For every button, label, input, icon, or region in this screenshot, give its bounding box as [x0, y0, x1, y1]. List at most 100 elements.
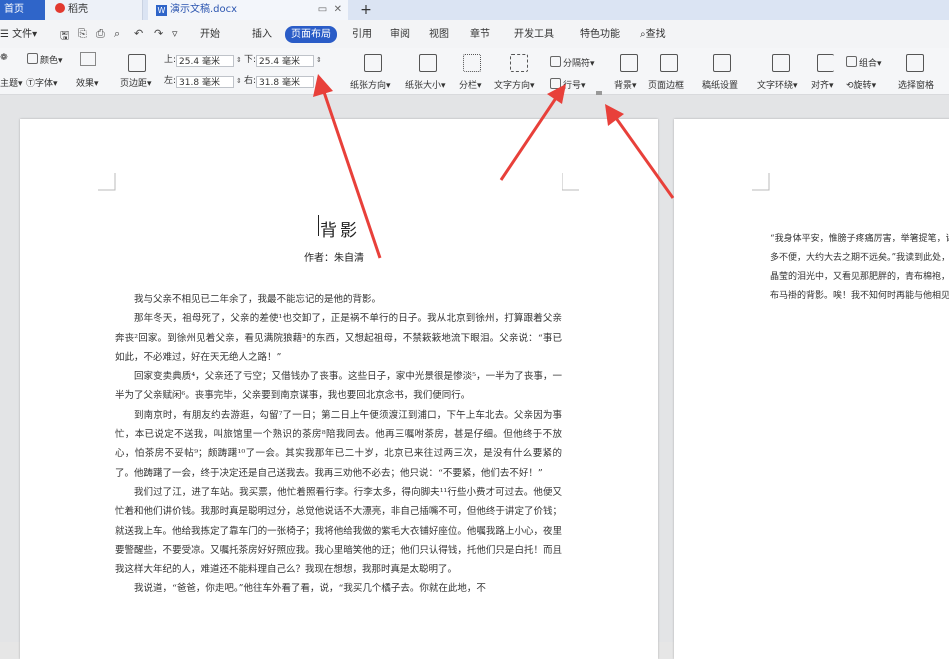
tab-document[interactable]: W 演示文稿.docx ▭ ✕: [148, 0, 348, 20]
menu-home[interactable]: 开始: [200, 27, 220, 43]
tab-daoke[interactable]: 稻壳: [45, 0, 143, 20]
save-icon[interactable]: 🖫: [60, 27, 69, 46]
menu-view[interactable]: 视图: [429, 27, 449, 43]
text-wrap-icon: [772, 54, 790, 72]
line-number-button[interactable]: 行号▾: [550, 78, 586, 91]
align-label: 对齐: [811, 81, 830, 91]
export-icon[interactable]: ⎘: [78, 27, 87, 41]
text-wrap-label: 文字环绕: [757, 81, 794, 91]
paper-setup-button[interactable]: 稿纸设置: [702, 78, 738, 91]
bottom-margin-spinner-icon[interactable]: ⇕: [316, 54, 322, 67]
menu-insert[interactable]: 插入: [252, 27, 272, 43]
menu-features[interactable]: 特色功能: [580, 27, 620, 43]
paragraph: 那年冬天，祖母死了，父亲的差使¹也交卸了，正是祸不单行的日子。我从北京到徐州，打…: [115, 313, 562, 363]
colors-button[interactable]: 颜色▾: [27, 53, 63, 66]
page-1[interactable]: 背影 作者：朱自清 我与父亲不相见已二年余了，我最不能忘记的是他的背影。 那年冬…: [20, 119, 658, 659]
document-body[interactable]: 我与父亲不相见已二年余了，我最不能忘记的是他的背影。 那年冬天，祖母死了，父亲的…: [115, 290, 562, 599]
tab-home[interactable]: 首页: [0, 0, 45, 20]
text-direction-button[interactable]: 文字方向▾: [494, 78, 535, 91]
align-button[interactable]: 对齐▾: [811, 78, 834, 91]
right-margin-input[interactable]: 31.8 毫米: [256, 76, 315, 88]
paragraph: 我与父亲不相见已二年余了，我最不能忘记的是他的背影。: [134, 294, 382, 305]
margin-marker-top-right: [562, 173, 579, 191]
align-icon: [817, 54, 834, 72]
right-margin-field[interactable]: 右: 31.8 毫米 ⇕: [244, 75, 322, 88]
bottom-margin-label: 下:: [244, 55, 257, 65]
margin-marker-top-left: [752, 173, 770, 191]
rotate-icon: ⟲: [846, 81, 854, 91]
new-tab-button[interactable]: +: [356, 0, 376, 20]
paragraph: 到南京时，有朋友约去游逛，勾留⁷了一日；第二日上午便须渡江到浦口，下午上车北去。…: [115, 409, 562, 479]
right-margin-spinner-icon[interactable]: ⇕: [316, 75, 322, 88]
columns-button[interactable]: 分栏▾: [459, 78, 482, 91]
paper-size-icon: [419, 54, 437, 72]
orientation-button[interactable]: 纸张方向▾: [350, 78, 391, 91]
margin-marker-top-left: [98, 173, 116, 191]
fonts-button[interactable]: Ⓣ字体▾: [26, 76, 58, 89]
text-wrap-button[interactable]: 文字环绕▾: [757, 78, 798, 91]
print-preview-icon[interactable]: ⌕: [114, 27, 120, 41]
daoke-logo-icon: [55, 3, 65, 13]
search-label: 查找: [645, 29, 666, 40]
page-2[interactable]: “我身体平安，惟膀子疼痛厉害，举箸提笔，诸多不便，大约大去之期不远矣。”我读到此…: [674, 119, 949, 659]
top-margin-spinner-icon[interactable]: ⇕: [236, 54, 242, 67]
background-icon: [620, 54, 638, 72]
fonts-label: 字体: [35, 79, 54, 89]
separator-button[interactable]: 分隔符▾: [550, 56, 595, 69]
bottom-margin-field[interactable]: 下: 25.4 毫米 ⇕: [244, 54, 322, 67]
columns-label: 分栏: [459, 81, 478, 91]
paper-size-label: 纸张大小: [405, 81, 442, 91]
top-margin-input[interactable]: 25.4 毫米: [176, 55, 235, 67]
menu-bar: ☰ 文件▾ 🖫 ⎘ ⎙ ⌕ ↶ ↷ ▿ 开始 插入 页面布局 引用 审阅 视图 …: [0, 20, 949, 48]
top-margin-field[interactable]: 上: 25.4 毫米 ⇕: [164, 54, 242, 67]
paper-setup-icon: [713, 54, 731, 72]
margins-button[interactable]: 页边距▾: [120, 76, 152, 89]
bottom-margin-input[interactable]: 25.4 毫米: [256, 55, 315, 67]
theme-button[interactable]: 主题▾: [0, 76, 23, 89]
left-margin-input[interactable]: 31.8 毫米: [176, 76, 235, 88]
menu-chapter[interactable]: 章节: [470, 27, 490, 43]
close-tab-icon[interactable]: ✕: [334, 4, 342, 15]
window-restore-icon[interactable]: ▭: [318, 4, 327, 15]
page-border-icon: [660, 54, 678, 72]
quick-access-dropdown-icon[interactable]: ▿: [172, 27, 178, 40]
background-button[interactable]: 背景▾: [614, 78, 637, 91]
undo-icon[interactable]: ↶: [134, 27, 143, 40]
effects-preview-icon[interactable]: [80, 52, 96, 66]
rotate-button[interactable]: ⟲旋转▾: [846, 78, 876, 91]
menu-references[interactable]: 引用: [352, 27, 372, 43]
effects-button[interactable]: 效果▾: [76, 76, 99, 89]
separator-icon: [550, 56, 561, 67]
tab-bar: 首页 稻壳 W 演示文稿.docx ▭ ✕ +: [0, 0, 949, 20]
margins-icon: [128, 54, 146, 72]
word-doc-icon: W: [156, 5, 167, 16]
text-direction-icon: [510, 54, 528, 72]
menu-review[interactable]: 审阅: [390, 27, 410, 43]
fonts-icon: Ⓣ: [26, 79, 36, 89]
theme-label: 主题: [0, 79, 19, 89]
selection-pane-button[interactable]: 选择窗格: [898, 78, 934, 91]
colors-label: 颜色: [40, 56, 59, 66]
columns-icon: [463, 54, 481, 72]
group-button[interactable]: 组合▾: [846, 56, 882, 69]
line-number-label: 行号: [563, 81, 582, 91]
selection-pane-icon: [906, 54, 924, 72]
theme-palette-icon[interactable]: ❁: [0, 53, 8, 63]
print-icon[interactable]: ⎙: [96, 27, 105, 41]
document-title: 背影: [320, 221, 360, 241]
left-margin-spinner-icon[interactable]: ⇕: [236, 75, 242, 88]
redo-icon[interactable]: ↷: [154, 27, 163, 40]
page-border-button[interactable]: 页面边框: [648, 78, 684, 91]
menu-page-layout[interactable]: 页面布局: [285, 26, 337, 43]
menu-developer[interactable]: 开发工具: [514, 27, 554, 43]
file-menu[interactable]: ☰ 文件▾: [0, 27, 37, 43]
margins-label: 页边距: [120, 79, 148, 89]
tab-daoke-label: 稻壳: [68, 4, 88, 15]
colors-icon: [27, 53, 38, 64]
paper-size-button[interactable]: 纸张大小▾: [405, 78, 446, 91]
search-button[interactable]: ⌕查找: [640, 27, 666, 43]
page-2-body[interactable]: “我身体平安，惟膀子疼痛厉害，举箸提笔，诸多不便，大约大去之期不远矣。”我读到此…: [770, 230, 949, 306]
paragraph: “我身体平安，惟膀子疼痛厉害，举箸提笔，诸多不便，大约大去之期不远矣。”我读到此…: [770, 234, 949, 301]
right-margin-label: 右:: [244, 76, 257, 86]
left-margin-field[interactable]: 左: 31.8 毫米 ⇕: [164, 75, 242, 88]
